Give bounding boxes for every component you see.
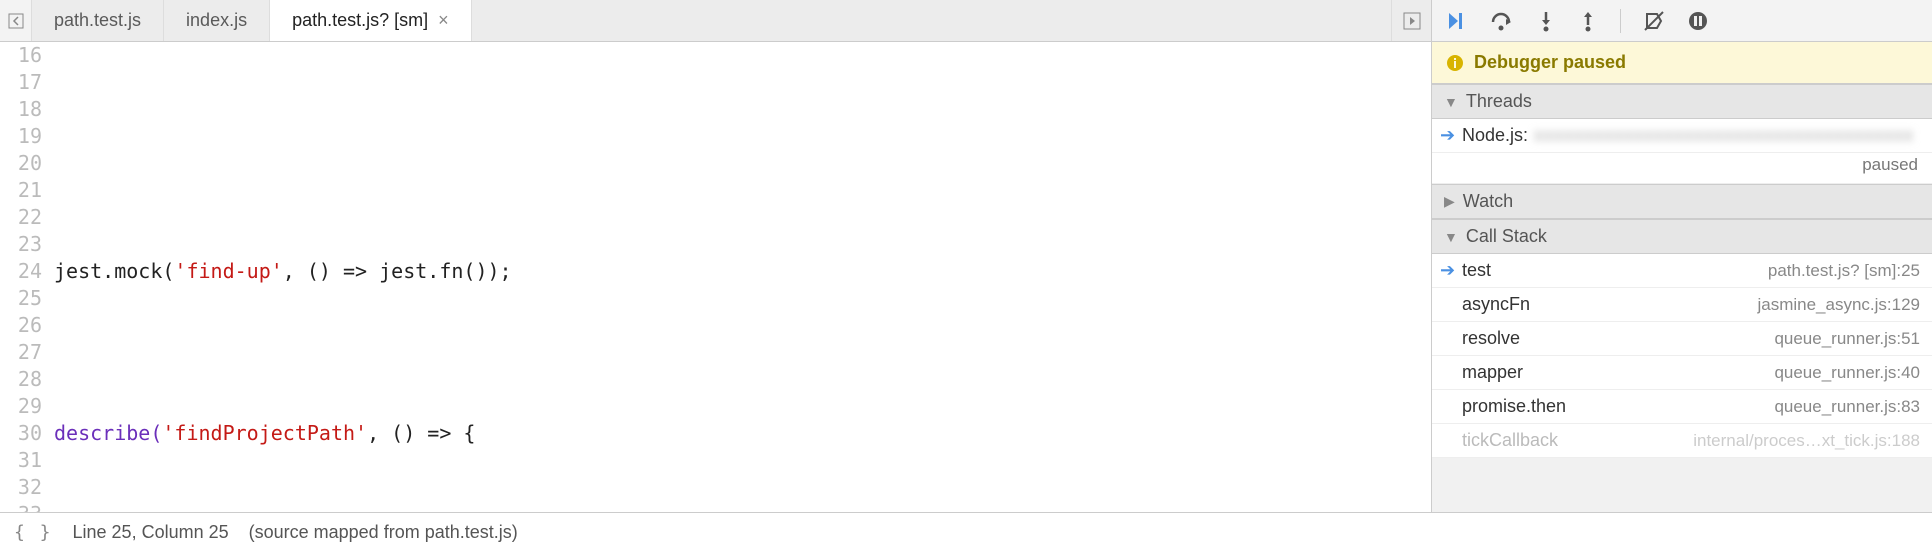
stack-fn: promise.then xyxy=(1462,396,1566,417)
tab-label: index.js xyxy=(186,10,247,31)
toolbar-separator xyxy=(1620,9,1621,33)
tab-label: path.test.js? [sm] xyxy=(292,10,428,31)
pause-exceptions-icon[interactable] xyxy=(1687,10,1709,32)
debugger-pane: Debugger paused ▼Threads ➔ Node.js: xxxx… xyxy=(1432,0,1932,512)
chevron-down-icon: ▼ xyxy=(1444,94,1458,110)
thread-row[interactable]: ➔ Node.js: xxxxxxxxxxxxxxxxxxxxxxxxxxxxx… xyxy=(1432,119,1932,153)
stack-fn: resolve xyxy=(1462,328,1520,349)
stack-loc: queue_runner.js:40 xyxy=(1774,363,1920,383)
stack-frame[interactable]: tickCallback internal/proces…xt_tick.js:… xyxy=(1432,424,1932,458)
thread-status: paused xyxy=(1432,153,1932,184)
step-into-icon[interactable] xyxy=(1536,10,1556,32)
threads-header[interactable]: ▼Threads xyxy=(1432,84,1932,119)
stack-frame[interactable]: promise.then queue_runner.js:83 xyxy=(1432,390,1932,424)
stack-fn: asyncFn xyxy=(1462,294,1530,315)
stack-fn: mapper xyxy=(1462,362,1523,383)
code-body[interactable]: jest.mock('find-up', () => jest.fn()); d… xyxy=(50,42,1431,512)
banner-text: Debugger paused xyxy=(1474,52,1626,73)
resume-icon[interactable] xyxy=(1446,10,1468,32)
current-thread-arrow-icon: ➔ xyxy=(1440,125,1455,146)
stack-frame[interactable]: resolve queue_runner.js:51 xyxy=(1432,322,1932,356)
line-gutter: 161718192021222324252627282930313233 xyxy=(0,42,50,512)
tab-path-test[interactable]: path.test.js xyxy=(32,0,164,41)
step-out-icon[interactable] xyxy=(1578,10,1598,32)
tab-label: path.test.js xyxy=(54,10,141,31)
status-bar: { } Line 25, Column 25 (source mapped fr… xyxy=(0,512,1932,552)
chevron-right-icon: ▶ xyxy=(1444,193,1455,210)
source-map-info: (source mapped from path.test.js) xyxy=(249,522,518,543)
current-frame-arrow-icon: ➔ xyxy=(1440,260,1455,281)
nav-back-icon[interactable] xyxy=(0,0,32,41)
stack-loc: internal/proces…xt_tick.js:188 xyxy=(1693,431,1920,451)
run-panel-icon[interactable] xyxy=(1391,0,1431,41)
tab-path-test-sm[interactable]: path.test.js? [sm] × xyxy=(270,0,472,41)
stack-loc: path.test.js? [sm]:25 xyxy=(1768,261,1920,281)
watch-header[interactable]: ▶Watch xyxy=(1432,184,1932,219)
info-icon xyxy=(1446,54,1464,72)
debug-toolbar xyxy=(1432,0,1932,42)
thread-name: Node.js: xyxy=(1462,125,1528,146)
close-icon[interactable]: × xyxy=(438,10,449,31)
editor-pane: path.test.js index.js path.test.js? [sm]… xyxy=(0,0,1432,512)
tab-index[interactable]: index.js xyxy=(164,0,270,41)
thread-path-redacted: xxxxxxxxxxxxxxxxxxxxxxxxxxxxxxxxxxxxxx xyxy=(1534,125,1920,146)
chevron-down-icon: ▼ xyxy=(1444,229,1458,245)
callstack-header[interactable]: ▼Call Stack xyxy=(1432,219,1932,254)
braces-icon[interactable]: { } xyxy=(14,522,53,543)
deactivate-breakpoints-icon[interactable] xyxy=(1643,10,1665,32)
stack-loc: queue_runner.js:51 xyxy=(1774,329,1920,349)
stack-frame[interactable]: asyncFn jasmine_async.js:129 xyxy=(1432,288,1932,322)
tab-spacer xyxy=(472,0,1391,41)
tab-bar: path.test.js index.js path.test.js? [sm]… xyxy=(0,0,1431,42)
stack-loc: jasmine_async.js:129 xyxy=(1757,295,1920,315)
cursor-position: Line 25, Column 25 xyxy=(73,522,229,543)
step-over-icon[interactable] xyxy=(1490,10,1514,32)
debugger-paused-banner: Debugger paused xyxy=(1432,42,1932,84)
stack-loc: queue_runner.js:83 xyxy=(1774,397,1920,417)
stack-frame[interactable]: mapper queue_runner.js:40 xyxy=(1432,356,1932,390)
stack-fn: test xyxy=(1462,260,1491,281)
stack-fn: tickCallback xyxy=(1462,430,1558,451)
stack-frame[interactable]: ➔ test path.test.js? [sm]:25 xyxy=(1432,254,1932,288)
code-editor[interactable]: 161718192021222324252627282930313233 jes… xyxy=(0,42,1431,512)
